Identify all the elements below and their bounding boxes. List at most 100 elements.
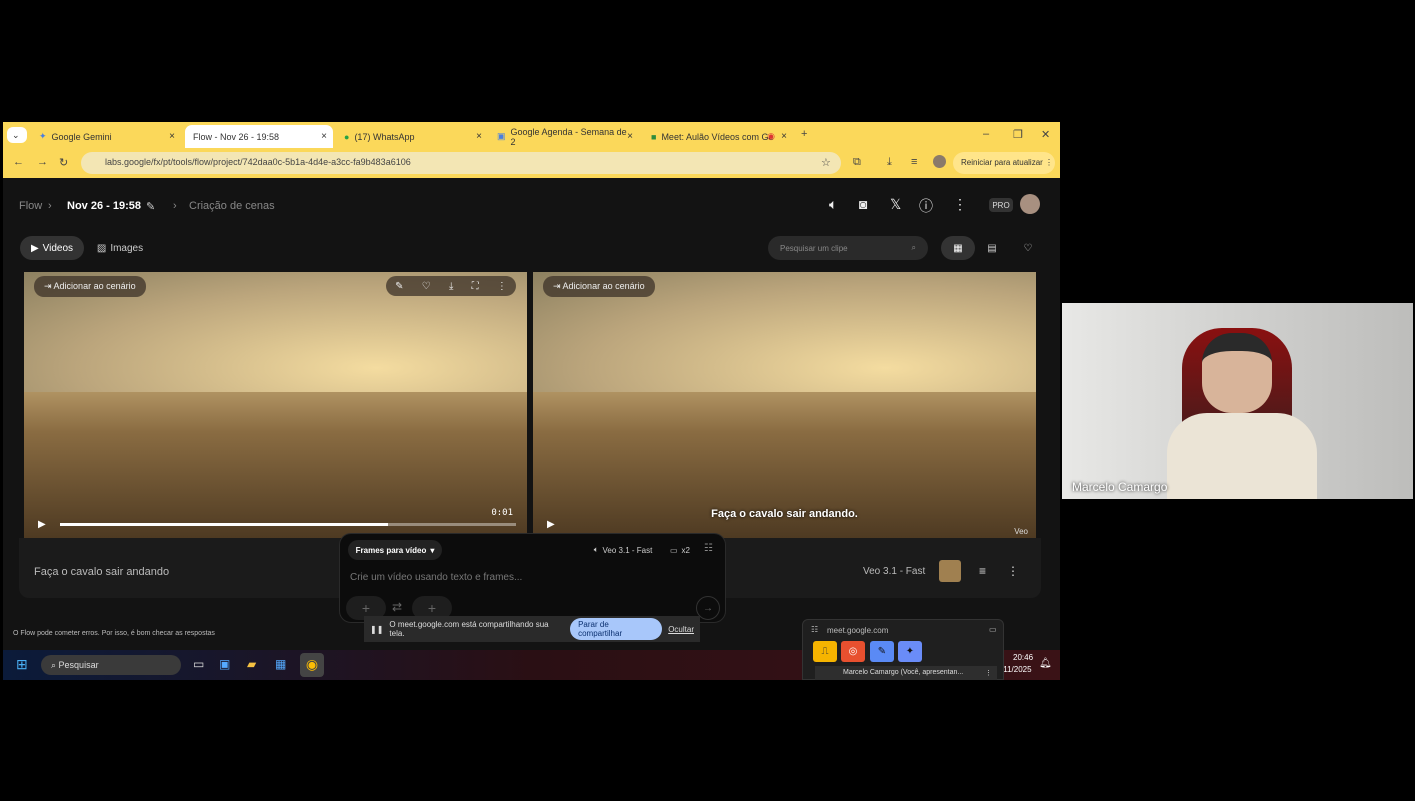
participant-row[interactable]: Marcelo Camargo (Você, apresentan... ⋮ bbox=[815, 666, 997, 680]
chevron-right-icon: › bbox=[173, 200, 177, 212]
close-icon[interactable]: × bbox=[627, 131, 633, 142]
browser-window: ⌄ ✦ Google Gemini × Flow - Nov 26 - 19:58 ×… bbox=[3, 122, 1060, 680]
tab-agenda[interactable]: ▣ Google Agenda - Semana de 2 × bbox=[489, 125, 639, 148]
update-button[interactable]: Reiniciar para atualizar ⋮ bbox=[953, 152, 1055, 174]
file-explorer-icon[interactable]: ▰ bbox=[247, 657, 256, 671]
hide-button[interactable]: Ocultar bbox=[668, 625, 694, 634]
download-icon[interactable]: ⤓ bbox=[449, 281, 453, 292]
settings-sliders-icon[interactable]: ☷ bbox=[704, 543, 713, 554]
more-icon[interactable]: ⋮ bbox=[1007, 564, 1019, 578]
address-bar-row: ← → ↻ labs.google/fx/pt/tools/flow/proje… bbox=[3, 148, 1060, 178]
url-input[interactable]: labs.google/fx/pt/tools/flow/project/742… bbox=[81, 152, 841, 174]
tab-search-button[interactable]: ⌄ bbox=[7, 127, 27, 143]
more-icon[interactable]: ⋮ bbox=[985, 669, 992, 677]
back-button[interactable]: ← bbox=[13, 156, 24, 168]
video-icon: ▶︎ bbox=[30, 242, 39, 254]
avatar[interactable] bbox=[1020, 194, 1040, 214]
breadcrumb-scene[interactable]: Criação de cenas bbox=[189, 200, 275, 212]
chrome-icon[interactable]: ◉ bbox=[300, 653, 324, 677]
recording-icon: ◉ bbox=[767, 131, 775, 141]
fullscreen-icon[interactable]: ⛶ bbox=[472, 281, 479, 292]
leave-icon[interactable]: ⎍ bbox=[813, 641, 837, 662]
model-selector[interactable]: 🔈︎ Veo 3.1 - Fast bbox=[588, 540, 658, 560]
pause-icon: ❚❚ bbox=[370, 624, 384, 634]
close-icon[interactable]: × bbox=[781, 131, 787, 142]
gemini-icon[interactable]: ✦ bbox=[898, 641, 922, 662]
forward-button[interactable]: → bbox=[37, 156, 48, 168]
help-icon[interactable]: ⓘ bbox=[919, 196, 933, 216]
add-to-scene-button[interactable]: ⇥ Adicionar ao cenário bbox=[34, 276, 146, 297]
profile-avatar[interactable] bbox=[933, 155, 946, 168]
tab-bar: ⌄ ✦ Google Gemini × Flow - Nov 26 - 19:58 ×… bbox=[3, 122, 1060, 148]
bookmark-star-icon[interactable]: ☆ bbox=[821, 156, 831, 169]
tab-images[interactable]: ▨ Images bbox=[87, 236, 153, 260]
gemini-icon: ✦ bbox=[39, 131, 47, 141]
record-icon[interactable]: ◎ bbox=[841, 641, 865, 662]
chevron-right-icon: › bbox=[48, 200, 52, 212]
discord-icon[interactable]: ◙ bbox=[859, 196, 867, 212]
window-close-button[interactable]: ✕ bbox=[1041, 128, 1050, 141]
output-count[interactable]: ▭ x2 bbox=[666, 540, 694, 560]
new-tab-button[interactable]: + bbox=[801, 128, 807, 140]
grid-view-button[interactable]: ▤ bbox=[979, 236, 1005, 260]
video-clip-2[interactable]: ⇥ Adicionar ao cenário ▶ Faça o cavalo s… bbox=[533, 272, 1036, 538]
app-icon[interactable]: ▣ bbox=[219, 657, 230, 671]
tab-gemini[interactable]: ✦ Google Gemini × bbox=[31, 125, 181, 148]
play-button[interactable]: ▶ bbox=[547, 519, 555, 530]
favorites-button[interactable]: ♡ bbox=[1015, 236, 1041, 260]
edit-icon[interactable]: ✎ bbox=[146, 200, 155, 213]
tab-videos[interactable]: ▶︎ Videos bbox=[20, 236, 84, 260]
stop-sharing-button[interactable]: Parar de compartilhar bbox=[570, 618, 663, 640]
download-icon[interactable]: ⤓ bbox=[887, 156, 892, 169]
play-button[interactable]: ▶ bbox=[38, 519, 46, 530]
store-icon[interactable]: ▦ bbox=[275, 657, 286, 671]
extensions-icon[interactable]: ⧉ bbox=[853, 156, 861, 169]
notification-icon[interactable]: 🔔︎ bbox=[1039, 658, 1052, 669]
minimize-button[interactable]: – bbox=[983, 128, 989, 140]
media-icon[interactable]: ≡ bbox=[911, 156, 917, 168]
task-view-icon[interactable]: ▭ bbox=[193, 657, 204, 671]
clip-thumbnail[interactable] bbox=[939, 560, 961, 582]
breadcrumb-flow[interactable]: Flow bbox=[19, 200, 42, 212]
video-scrubber[interactable] bbox=[60, 523, 516, 526]
grid-large-view-button[interactable]: ▦ bbox=[941, 236, 975, 260]
mode-dropdown[interactable]: Frames para vídeo ▾ bbox=[348, 540, 442, 560]
close-icon[interactable]: × bbox=[476, 131, 482, 142]
swap-icon[interactable]: ⇄ bbox=[392, 600, 402, 614]
prompt-input[interactable]: Crie um vídeo usando texto e frames... bbox=[350, 572, 522, 583]
project-title: Nov 26 - 19:58 bbox=[67, 200, 141, 212]
search-clip-input[interactable]: Pesquisar um clipe ⌕ bbox=[768, 236, 928, 260]
person-face bbox=[1202, 333, 1272, 413]
taskbar-search[interactable]: ⌕ Pesquisar bbox=[41, 655, 181, 675]
close-icon[interactable]: × bbox=[169, 131, 175, 142]
maximize-button[interactable]: ❐ bbox=[1013, 128, 1023, 141]
search-icon: ⌕ bbox=[911, 243, 916, 252]
meet-icon: ■ bbox=[651, 131, 657, 142]
tab-flow[interactable]: Flow - Nov 26 - 19:58 × bbox=[185, 125, 333, 148]
disclaimer: O Flow pode cometer erros. Por isso, é b… bbox=[13, 630, 215, 637]
heart-icon[interactable]: ♡ bbox=[422, 281, 431, 292]
edit-icon[interactable]: ✎ bbox=[395, 281, 403, 292]
image-icon: ▨ bbox=[96, 242, 107, 254]
camera-icon[interactable]: ▭ bbox=[989, 625, 997, 634]
x-icon[interactable]: 𝕏 bbox=[890, 196, 901, 213]
calendar-icon: ▣ bbox=[497, 131, 506, 141]
prompt-composer: Frames para vídeo ▾ 🔈︎ Veo 3.1 - Fast ▭ x… bbox=[339, 533, 726, 623]
video-actions: ✎ ♡ ⤓ ⛶ ⋮ bbox=[386, 276, 516, 296]
add-to-scene-button[interactable]: ⇥ Adicionar ao cenário bbox=[543, 276, 655, 297]
tab-meet[interactable]: ■ Meet: Aulão Vídeos com Ge ◉ × bbox=[643, 125, 793, 148]
participant-name: Marcelo Camargo bbox=[1072, 480, 1168, 494]
pro-badge: PRO bbox=[989, 198, 1013, 212]
pen-icon[interactable]: ✎ bbox=[870, 641, 894, 662]
windows-start-icon[interactable]: ⊞ bbox=[16, 656, 28, 673]
close-icon[interactable]: × bbox=[321, 131, 327, 142]
more-icon[interactable]: ⋮ bbox=[953, 196, 967, 213]
more-icon[interactable]: ⋮ bbox=[497, 281, 507, 292]
tab-whatsapp[interactable]: ● (17) WhatsApp × bbox=[336, 125, 488, 148]
video-clip-1[interactable]: ⇥ Adicionar ao cenário ✎ ♡ ⤓ ⛶ ⋮ ▶ 0:01 bbox=[24, 272, 527, 538]
reload-button[interactable]: ↻ bbox=[59, 156, 68, 169]
volume-icon[interactable]: 🔈︎ bbox=[829, 196, 837, 213]
reuse-prompt-icon[interactable]: ≡ bbox=[979, 564, 986, 578]
person-shirt bbox=[1167, 413, 1317, 499]
video-subtitle: Faça o cavalo sair andando. bbox=[711, 508, 858, 520]
